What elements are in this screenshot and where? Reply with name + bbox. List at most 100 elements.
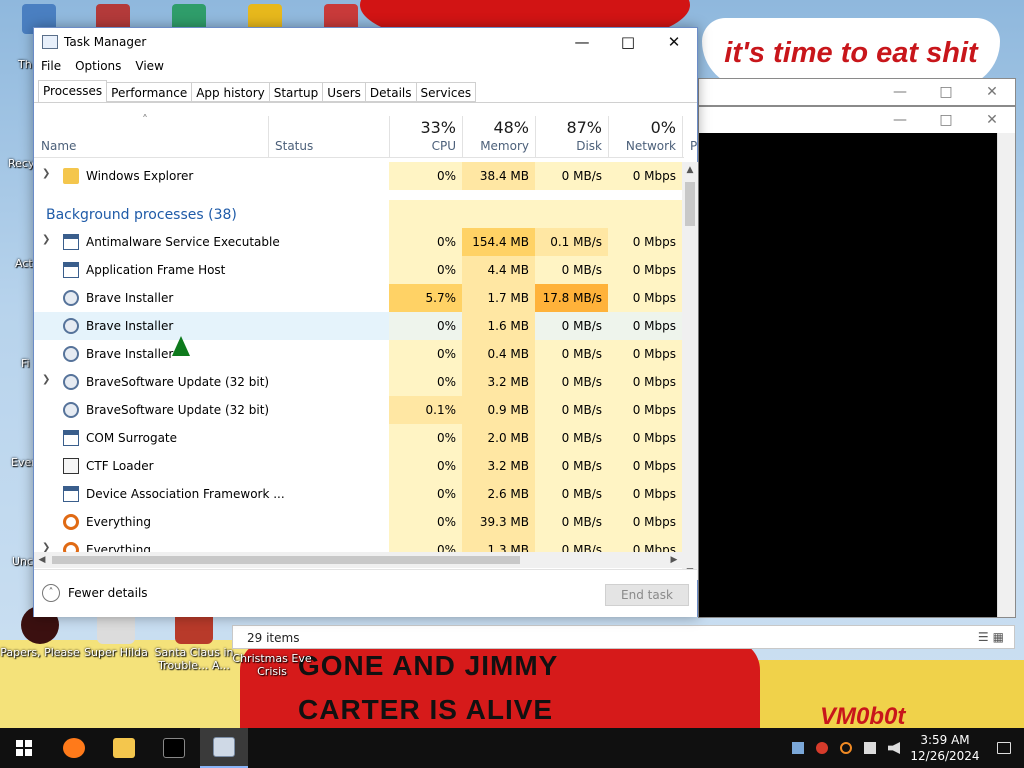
process-row[interactable]: ❯ BraveSoftware Update (32 bit) 0% 3.2 MB 0 …	[34, 368, 682, 396]
everything-tray-icon[interactable]	[834, 728, 858, 768]
console-window-back[interactable]: — □ ✕	[698, 78, 1016, 106]
column-memory[interactable]: 48% Memory	[462, 116, 535, 158]
taskbar-firefox[interactable]	[50, 728, 98, 768]
desktop-icon-label: Super Hilda	[84, 646, 148, 659]
column-power-truncated[interactable]: P	[690, 139, 697, 153]
clock-time: 3:59 AM	[920, 733, 970, 747]
column-disk[interactable]: 87% Disk	[535, 116, 608, 158]
expand-chevron-icon[interactable]: ❯	[42, 542, 50, 552]
clock[interactable]: 3:59 AM 12/26/2024	[906, 732, 984, 764]
desktop-icon-label-fragment[interactable]: Unc	[12, 555, 33, 568]
process-row[interactable]: ❯ Windows Explorer 0% 38.4 MB 0 MB/s 0 Mbps	[34, 162, 682, 190]
minimize-icon[interactable]: —	[559, 28, 605, 56]
column-header: ˄ Name Status 33% CPU 48% Memory 87% Dis…	[34, 113, 697, 158]
minimize-icon[interactable]: —	[877, 107, 923, 133]
console-output-area[interactable]	[699, 133, 997, 617]
process-name: Device Association Framework ...	[86, 487, 285, 501]
disk-total: 87%	[566, 118, 602, 137]
defender-warning-icon[interactable]	[810, 728, 834, 768]
process-row[interactable]: COM Surrogate 0% 2.0 MB 0 MB/s 0 Mbps	[34, 424, 682, 452]
process-name: COM Surrogate	[86, 431, 178, 445]
tab-app-history[interactable]: App history	[192, 82, 270, 102]
desktop-icon-label-fragment[interactable]: Th	[18, 58, 32, 71]
process-row[interactable]: Brave Installer 0% 1.6 MB 0 MB/s 0 Mbps	[34, 312, 682, 340]
vertical-scrollbar[interactable]: ▲ ▼	[682, 162, 698, 580]
process-row[interactable]: BraveSoftware Update (32 bit) 0.1% 0.9 MB 0…	[34, 396, 682, 424]
tab-users[interactable]: Users	[323, 82, 366, 102]
tab-details[interactable]: Details	[365, 82, 417, 102]
task-manager-window[interactable]: Task Manager — □ ✕ File Options View Pro…	[33, 27, 698, 617]
column-network[interactable]: 0% Network	[608, 116, 682, 158]
tab-processes[interactable]: Processes	[38, 80, 108, 103]
firefox-icon	[63, 738, 85, 758]
footer: ˄ Fewer details End task	[34, 569, 697, 617]
column-status[interactable]: Status	[275, 139, 313, 153]
cpu-value: 0%	[389, 480, 462, 508]
network-icon[interactable]	[858, 728, 882, 768]
process-row[interactable]: Application Frame Host 0% 4.4 MB 0 MB/s 0 Mb…	[34, 256, 682, 284]
process-row[interactable]: Everything 0% 39.3 MB 0 MB/s 0 Mbps	[34, 508, 682, 536]
scroll-up-icon[interactable]: ▲	[682, 162, 698, 178]
close-icon[interactable]: ✕	[969, 107, 1015, 133]
scroll-right-icon[interactable]: ▶	[666, 552, 682, 568]
scroll-thumb[interactable]	[52, 556, 520, 564]
menu-file[interactable]: File	[34, 58, 68, 78]
taskbar-task-manager[interactable]	[200, 728, 248, 768]
column-divider[interactable]	[268, 116, 269, 158]
process-row[interactable]: CTF Loader 0% 3.2 MB 0 MB/s 0 Mbps	[34, 452, 682, 480]
cpu-value: 0.1%	[389, 396, 462, 424]
tab-performance[interactable]: Performance	[107, 82, 193, 102]
view-toggle-icons[interactable]: ☰▦	[978, 630, 1008, 644]
taskbar-file-explorer[interactable]	[100, 728, 148, 768]
network-drive-icon[interactable]	[786, 728, 810, 768]
horizontal-scrollbar[interactable]: ◀ ▶	[34, 552, 682, 568]
menu-view[interactable]: View	[128, 58, 170, 78]
fewer-details-button[interactable]: ˄ Fewer details	[42, 584, 148, 602]
start-button[interactable]	[0, 728, 48, 768]
tab-startup[interactable]: Startup	[269, 82, 324, 102]
column-name[interactable]: Name	[41, 139, 76, 153]
volume-muted-icon[interactable]	[882, 728, 906, 768]
process-row[interactable]: ❯ Antimalware Service Executable 0% 154.4 M…	[34, 228, 682, 256]
wallpaper-text-line2: CARTER IS ALIVE	[298, 694, 554, 725]
maximize-icon[interactable]: □	[923, 79, 969, 105]
expand-chevron-icon[interactable]: ❯	[42, 234, 50, 245]
process-row[interactable]: Brave Installer 0% 0.4 MB 0 MB/s 0 Mbps	[34, 340, 682, 368]
cpu-total: 33%	[420, 118, 456, 137]
column-divider[interactable]	[682, 116, 683, 158]
brave-update-icon	[63, 374, 79, 390]
end-task-button[interactable]: End task	[605, 584, 689, 606]
expand-chevron-icon[interactable]: ❯	[42, 374, 50, 385]
memory-value: 0.9 MB	[462, 396, 535, 424]
expand-chevron-icon[interactable]: ❯	[42, 168, 50, 179]
taskbar-terminal[interactable]	[150, 728, 198, 768]
desktop-icon-label-fragment[interactable]: Act	[15, 257, 33, 270]
close-icon[interactable]: ✕	[969, 79, 1015, 105]
process-row[interactable]: Device Association Framework ... 0% 2.6 MB…	[34, 480, 682, 508]
minimize-icon[interactable]: —	[877, 79, 923, 105]
desktop-icon-label-fragment[interactable]: Fi	[21, 357, 30, 370]
disk-value: 0 MB/s	[535, 424, 608, 452]
memory-value: 1.7 MB	[462, 284, 535, 312]
desktop-icon-label-fragment[interactable]: Recy	[8, 157, 34, 170]
menu-options[interactable]: Options	[68, 58, 128, 78]
maximize-icon[interactable]: □	[605, 28, 651, 56]
close-icon[interactable]: ✕	[651, 28, 697, 56]
console-scrollbar[interactable]	[997, 133, 1015, 617]
notification-icon	[997, 742, 1011, 754]
scroll-left-icon[interactable]: ◀	[34, 552, 50, 568]
scroll-thumb[interactable]	[685, 182, 695, 226]
sort-arrow-icon: ˄	[142, 113, 148, 127]
console-window[interactable]: — □ ✕	[698, 106, 1016, 618]
fewer-details-label: Fewer details	[68, 586, 148, 600]
title-bar[interactable]: Task Manager — □ ✕	[34, 28, 697, 58]
notification-center-button[interactable]	[984, 728, 1024, 768]
cpu-value: 0%	[389, 340, 462, 368]
cpu-value: 0%	[389, 162, 462, 190]
process-row[interactable]: ❯ Everything 0% 1.3 MB 0 MB/s 0 Mbps	[34, 536, 682, 552]
process-row[interactable]: Brave Installer 5.7% 1.7 MB 17.8 MB/s 0 Mbps	[34, 284, 682, 312]
column-cpu[interactable]: 33% CPU	[389, 116, 462, 158]
tab-services[interactable]: Services	[416, 82, 477, 102]
maximize-icon[interactable]: □	[923, 107, 969, 133]
desktop-icon-christmas-eve-crisis[interactable]: Christmas Eve Crisis	[232, 652, 312, 678]
